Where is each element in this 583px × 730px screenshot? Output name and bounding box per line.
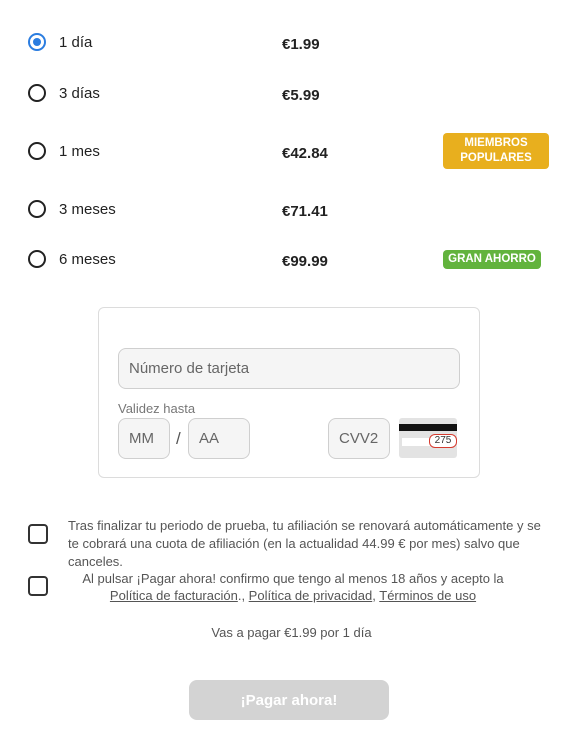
- terms-of-use-link[interactable]: Términos de uso: [379, 588, 476, 603]
- plan-label: 1 día: [59, 33, 93, 51]
- payment-summary: Vas a pagar €1.99 por 1 día: [211, 625, 372, 640]
- renewal-terms-text: Tras finalizar tu periodo de prueba, tu …: [68, 518, 541, 569]
- plan-radio[interactable]: [28, 250, 46, 268]
- cvv-example-code: 275: [429, 434, 457, 448]
- plan-price: €1.99: [282, 36, 320, 53]
- plan-option-3-months[interactable]: 3 meses €71.41: [0, 194, 583, 224]
- plan-price: €99.99: [282, 253, 328, 270]
- plan-option-6-months[interactable]: 6 meses €99.99 GRAN AHORRO: [0, 244, 583, 274]
- plan-price: €71.41: [282, 203, 328, 220]
- plan-label: 1 mes: [59, 142, 100, 160]
- expiry-month-input[interactable]: [118, 418, 170, 459]
- plan-radio[interactable]: [28, 33, 46, 51]
- plan-price: €5.99: [282, 87, 320, 104]
- plan-radio[interactable]: [28, 142, 46, 160]
- expiry-label: Validez hasta: [118, 401, 196, 416]
- privacy-policy-link[interactable]: Política de privacidad: [249, 588, 373, 603]
- expiry-year-input[interactable]: [188, 418, 250, 459]
- plan-option-1-month[interactable]: 1 mes €42.84 MIEMBROS POPULARES: [0, 133, 583, 169]
- cvv-card-illustration: 275: [399, 418, 457, 458]
- billing-policy-link[interactable]: Política de facturación: [110, 588, 238, 603]
- plan-radio[interactable]: [28, 84, 46, 102]
- renewal-checkbox[interactable]: [28, 524, 48, 544]
- popular-badge: MIEMBROS POPULARES: [443, 133, 549, 169]
- plan-option-1-day[interactable]: 1 día €1.99: [0, 27, 583, 57]
- saving-badge: GRAN AHORRO: [443, 249, 541, 269]
- expiry-separator: /: [176, 429, 181, 448]
- age-terms-checkbox[interactable]: [28, 576, 48, 596]
- plan-label: 6 meses: [59, 250, 116, 268]
- pay-now-button[interactable]: ¡Pagar ahora!: [189, 680, 389, 720]
- plan-radio[interactable]: [28, 200, 46, 218]
- card-number-input[interactable]: [118, 348, 460, 389]
- cvv-input[interactable]: [328, 418, 390, 459]
- plan-label: 3 días: [59, 84, 100, 102]
- magnetic-stripe: [399, 424, 457, 431]
- card-form: Validez hasta / 275: [98, 307, 480, 478]
- confirm-text: Al pulsar ¡Pagar ahora! confirmo que ten…: [82, 571, 504, 586]
- signature-strip: [402, 438, 432, 446]
- plan-label: 3 meses: [59, 200, 116, 218]
- plan-option-3-days[interactable]: 3 días €5.99: [0, 78, 583, 108]
- plan-price: €42.84: [282, 145, 328, 162]
- age-terms-text: Al pulsar ¡Pagar ahora! confirmo que ten…: [82, 571, 504, 603]
